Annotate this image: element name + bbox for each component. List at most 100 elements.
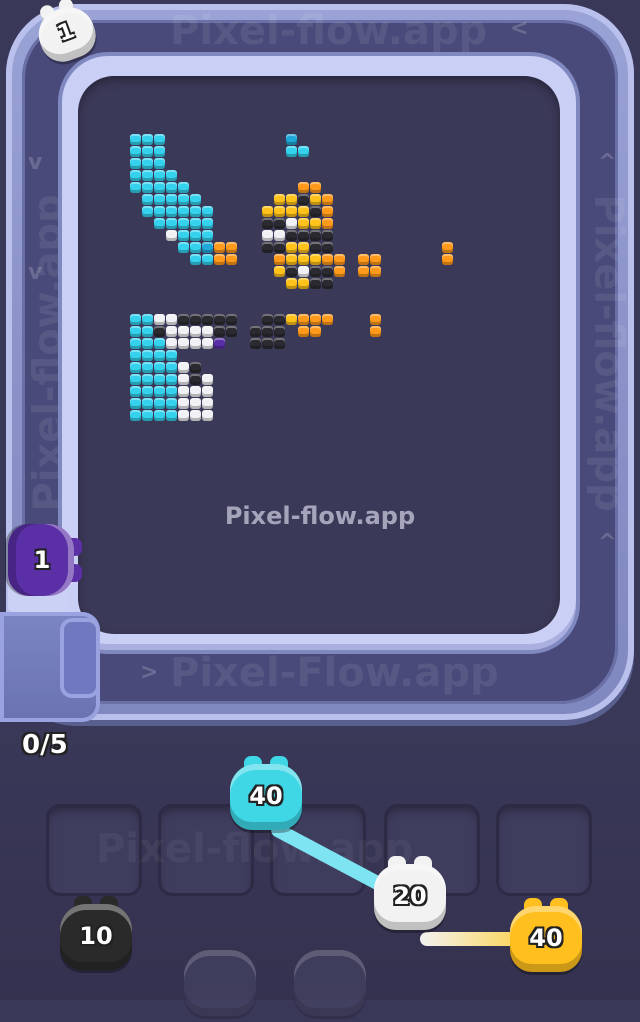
watermark-right: Pixel-flow.app — [585, 194, 632, 512]
chevron-left-icon: < — [510, 16, 529, 41]
pixel-block — [286, 278, 297, 289]
pixel-block — [190, 374, 201, 385]
pixel-block — [190, 338, 201, 349]
pixel-block — [226, 314, 237, 325]
pixel-block — [286, 230, 297, 241]
pixel-block — [166, 206, 177, 217]
pixel-block — [178, 386, 189, 397]
pixel-block — [202, 230, 213, 241]
center-watermark: Pixel-flow.app — [224, 502, 416, 530]
pig-ammo-count: 10 — [79, 922, 113, 950]
pixel-block — [286, 254, 297, 265]
pixel-block — [202, 242, 213, 253]
pixel-block — [178, 242, 189, 253]
pixel-block — [154, 206, 165, 217]
pixel-block — [130, 350, 141, 361]
pig-ammo-count: 40 — [249, 782, 283, 810]
pixel-block — [298, 326, 309, 337]
pixel-block — [178, 338, 189, 349]
pixel-block — [130, 398, 141, 409]
pixel-block — [154, 218, 165, 229]
pixel-block — [190, 326, 201, 337]
pixel-block — [142, 206, 153, 217]
pixel-block — [442, 242, 453, 253]
pixel-block — [370, 326, 381, 337]
pixel-block — [286, 134, 297, 145]
pixel-block — [130, 338, 141, 349]
pixel-block — [286, 314, 297, 325]
pixel-block — [202, 326, 213, 337]
pixel-block — [298, 206, 309, 217]
pixel-block — [154, 182, 165, 193]
pixel-block — [166, 350, 177, 361]
pixel-block — [274, 338, 285, 349]
pixel-block — [298, 182, 309, 193]
pixel-block — [178, 182, 189, 193]
pixel-block — [358, 266, 369, 277]
pixel-block — [166, 326, 177, 337]
chevron-up-icon: ^ — [598, 150, 617, 175]
pixel-block — [286, 218, 297, 229]
pixel-block — [154, 314, 165, 325]
pixel-block — [322, 314, 333, 325]
pixel-block — [298, 230, 309, 241]
pixel-block — [154, 398, 165, 409]
pixel-block — [166, 170, 177, 181]
shooter-pig-black[interactable]: 10 — [56, 896, 136, 976]
pixel-block — [178, 230, 189, 241]
pixel-block — [286, 242, 297, 253]
pixel-block — [322, 254, 333, 265]
pixel-block — [298, 266, 309, 277]
pixel-block — [130, 362, 141, 373]
pixel-block — [226, 242, 237, 253]
shooter-pig-white[interactable]: 20 — [370, 856, 450, 936]
queued-pig[interactable] — [180, 942, 260, 1022]
pixel-block — [166, 338, 177, 349]
belt-capacity-counter: 0/5 — [22, 730, 68, 760]
pixel-block — [142, 338, 153, 349]
pixel-block — [274, 326, 285, 337]
pixel-block — [262, 338, 273, 349]
shooter-pig-cyan[interactable]: 40 — [226, 756, 306, 836]
pixel-block — [202, 398, 213, 409]
pixel-block — [202, 338, 213, 349]
queued-pig[interactable] — [290, 942, 370, 1022]
pixel-block — [370, 314, 381, 325]
pixel-block — [154, 170, 165, 181]
pixel-block — [202, 314, 213, 325]
pixel-block — [190, 230, 201, 241]
pixel-block — [298, 278, 309, 289]
pixel-block — [166, 314, 177, 325]
pixel-block — [298, 218, 309, 229]
shooter-pig-purple[interactable]: 1 — [2, 520, 82, 600]
pixel-block — [262, 230, 273, 241]
pixel-block — [358, 254, 369, 265]
pixel-block — [178, 206, 189, 217]
pig-ammo-count: 40 — [529, 924, 563, 952]
shooter-pig-yellow[interactable]: 40 — [506, 898, 586, 978]
pixel-block — [130, 386, 141, 397]
holding-slot-5[interactable] — [496, 804, 592, 896]
pixel-block — [190, 254, 201, 265]
pixel-block — [274, 194, 285, 205]
pixel-block — [190, 314, 201, 325]
pixel-block — [166, 386, 177, 397]
pixel-block — [310, 182, 321, 193]
pixel-block — [154, 134, 165, 145]
chevron-down-icon: v — [28, 260, 43, 285]
pixel-block — [130, 182, 141, 193]
pixel-block — [142, 134, 153, 145]
pixel-block — [154, 374, 165, 385]
pixel-block — [154, 386, 165, 397]
chevron-down-icon: v — [28, 150, 43, 175]
pixel-block — [274, 314, 285, 325]
pixel-block — [190, 206, 201, 217]
pixel-block — [130, 158, 141, 169]
pixel-block — [262, 314, 273, 325]
pixel-block — [202, 218, 213, 229]
pixel-block — [214, 242, 225, 253]
pixel-block — [130, 410, 141, 421]
pixel-block — [130, 326, 141, 337]
pixel-block — [310, 242, 321, 253]
pixel-block — [214, 254, 225, 265]
